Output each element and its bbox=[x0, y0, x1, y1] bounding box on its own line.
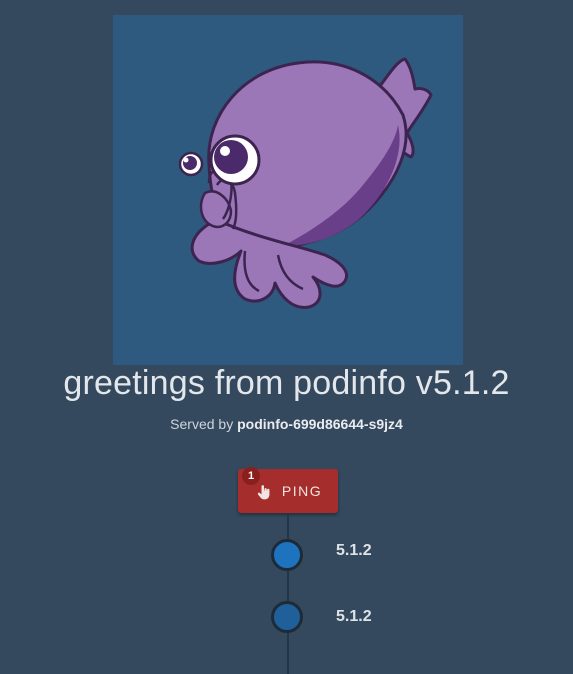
served-by-text: Served by podinfo-699d86644-s9jz4 bbox=[0, 416, 573, 432]
ping-count-badge: 1 bbox=[242, 467, 260, 485]
page-title: greetings from podinfo v5.1.2 bbox=[63, 364, 510, 402]
timeline-item-version: 5.1.2 bbox=[336, 542, 372, 559]
timeline-line bbox=[287, 513, 289, 674]
timeline-item-version: 5.1.2 bbox=[336, 608, 372, 625]
podinfo-page: greetings from podinfo v5.1.2 Served by … bbox=[0, 0, 573, 674]
timeline-dot bbox=[271, 601, 303, 633]
touch-app-icon bbox=[257, 485, 270, 500]
served-by-prefix: Served by bbox=[170, 416, 234, 432]
pod-hostname: podinfo-699d86644-s9jz4 bbox=[237, 416, 403, 432]
hero-image bbox=[113, 15, 463, 365]
ping-button-label: PING bbox=[281, 483, 323, 499]
timeline-dot bbox=[271, 539, 303, 571]
cuttlefish-mascot-icon bbox=[178, 57, 433, 309]
